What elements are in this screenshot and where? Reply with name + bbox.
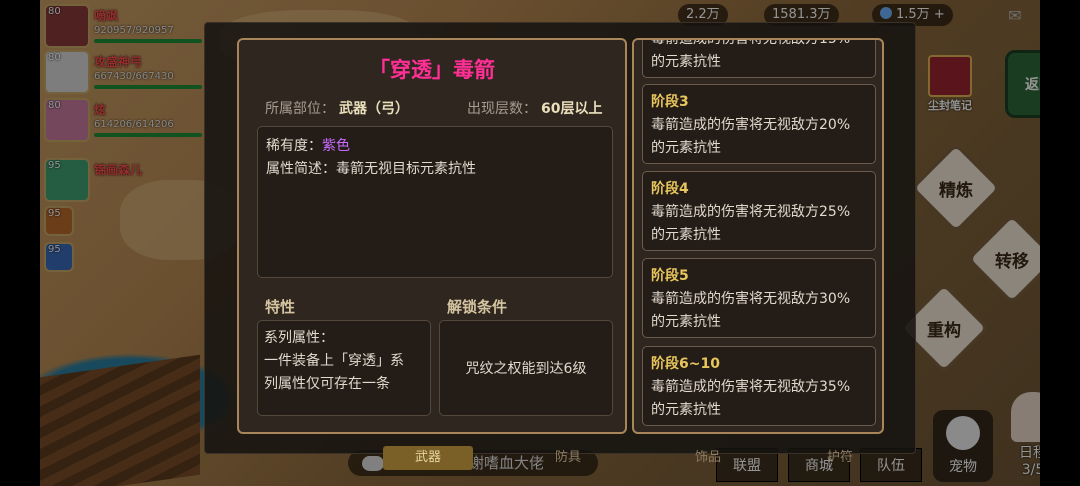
- unlock-heading: 解锁条件: [447, 298, 508, 316]
- list-item: 阶段6~10 毒箭造成的伤害将无视敌方35% 的元素抗性: [642, 346, 876, 426]
- stage-line: 毒箭造成的伤害将无视敌方15%: [651, 38, 851, 47]
- stage-line: 的元素抗性: [651, 227, 721, 243]
- list-item: 毒箭造成的伤害将无视敌方15% 的元素抗性: [642, 38, 876, 78]
- stage-title: 阶段5: [651, 268, 689, 284]
- tab-amulet[interactable]: 护符: [795, 446, 885, 470]
- tab-weapon[interactable]: 武器: [383, 446, 473, 470]
- stage-title: 阶段4: [651, 181, 689, 197]
- stage-line: 的元素抗性: [651, 402, 721, 418]
- page-title: 「穿透」毒箭: [369, 58, 495, 82]
- attr-value: 毒箭无视目标元素抗性: [336, 161, 476, 177]
- stage-title: 阶段3: [651, 94, 689, 110]
- rarity-label: 稀有度：: [266, 138, 322, 154]
- attr-label: 属性简述：: [266, 161, 336, 177]
- stage-line: 毒箭造成的伤害将无视敌方35%: [651, 379, 851, 395]
- trait-line: 一件装备上「穿透」系: [264, 353, 404, 369]
- list-item: 阶段3 毒箭造成的伤害将无视敌方20% 的元素抗性: [642, 84, 876, 164]
- slot-label: 所属部位：: [265, 101, 335, 117]
- rarity-line: 稀有度：紫色: [266, 135, 604, 158]
- list-item: 阶段5 毒箭造成的伤害将无视敌方30% 的元素抗性: [642, 258, 876, 338]
- stage-line: 的元素抗性: [651, 54, 721, 70]
- trait-box: 系列属性： 一件装备上「穿透」系 列属性仅可存在一条: [257, 320, 431, 416]
- attr-line: 属性简述：毒箭无视目标元素抗性: [266, 158, 604, 181]
- trait-line: 系列属性：: [264, 330, 334, 346]
- tab-accessory[interactable]: 饰品: [663, 446, 753, 470]
- slot-value: 武器（弓）: [339, 101, 409, 117]
- unlock-text: 咒纹之权能到达6级: [465, 361, 587, 377]
- trait-line: 列属性仅可存在一条: [264, 376, 390, 392]
- list-item: 阶段4 毒箭造成的伤害将无视敌方25% 的元素抗性: [642, 171, 876, 251]
- unlock-box: 咒纹之权能到达6级: [439, 320, 613, 416]
- stage-title: 阶段6~10: [651, 356, 720, 372]
- description-box: 稀有度：紫色 属性简述：毒箭无视目标元素抗性: [257, 126, 613, 278]
- slot-info: 所属部位： 武器（弓）: [265, 98, 409, 118]
- stage-line: 毒箭造成的伤害将无视敌方30%: [651, 291, 851, 307]
- tab-armor[interactable]: 防具: [523, 446, 613, 470]
- stage-list[interactable]: 毒箭造成的伤害将无视敌方15% 的元素抗性 阶段3 毒箭造成的伤害将无视敌方20…: [632, 38, 884, 434]
- trait-heading: 特性: [265, 298, 296, 316]
- floor-info: 出现层数： 60层以上: [467, 98, 602, 118]
- stage-line: 毒箭造成的伤害将无视敌方25%: [651, 204, 851, 220]
- floor-value: 60层以上: [541, 101, 603, 117]
- rarity-value: 紫色: [322, 138, 350, 154]
- stage-line: 的元素抗性: [651, 140, 721, 156]
- stage-line: 毒箭造成的伤害将无视敌方20%: [651, 117, 851, 133]
- floor-label: 出现层数：: [467, 101, 537, 117]
- stage-line: 的元素抗性: [651, 314, 721, 330]
- affix-detail-panel: 「穿透」毒箭 所属部位： 武器（弓） 出现层数： 60层以上 稀有度：紫色 属性简述…: [237, 38, 627, 434]
